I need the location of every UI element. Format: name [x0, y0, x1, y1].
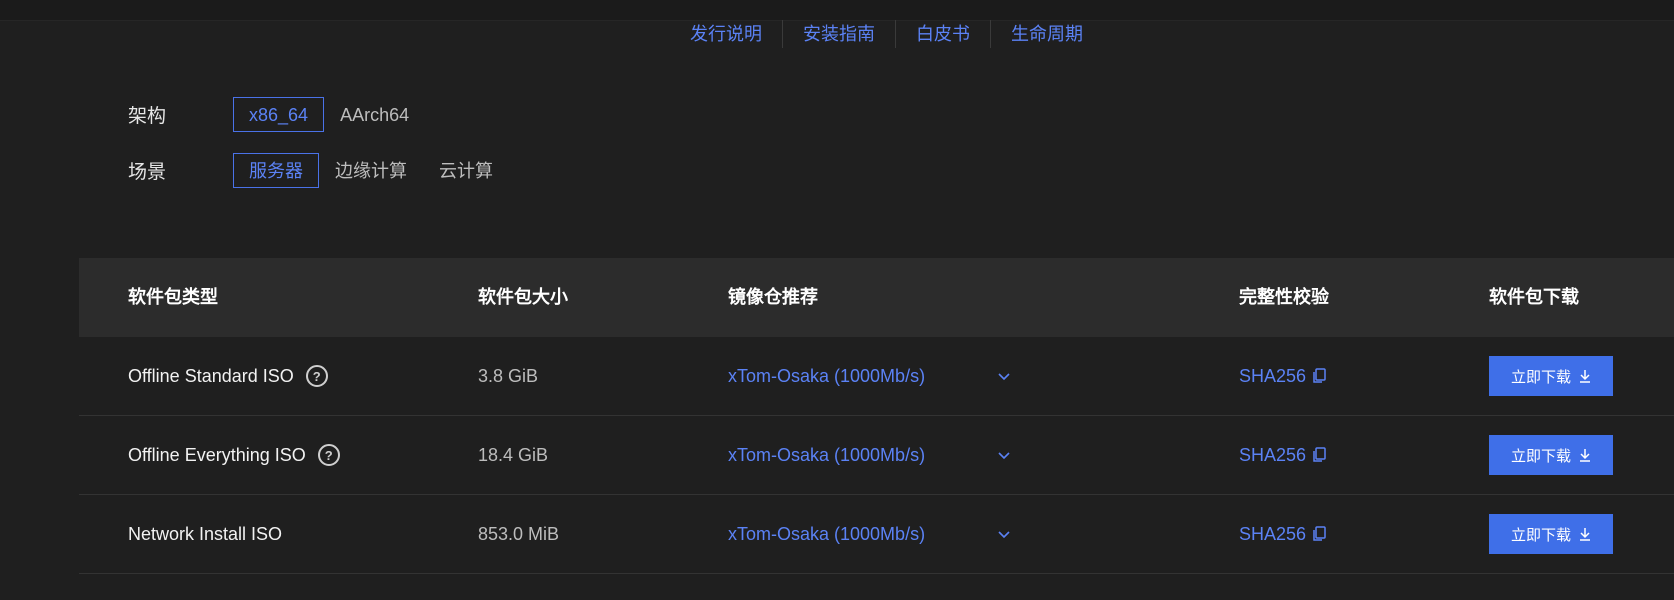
download-button-label: 立即下载 [1510, 526, 1571, 544]
package-type: Network Install ISO [128, 523, 283, 544]
release-notes-link[interactable]: 发行说明 [680, 20, 782, 48]
help-icon[interactable]: ? [305, 365, 328, 387]
arch-option-aarch64[interactable]: AArch64 [324, 97, 425, 132]
table-header: 软件包类型 软件包大小 镜像仓推荐 完整性校验 软件包下载 [79, 258, 1674, 337]
download-cell: 立即下载 [1489, 416, 1613, 494]
copy-icon[interactable] [1312, 526, 1326, 542]
arch-filter: 架构 x86_64 AArch64 [128, 97, 425, 132]
chevron-down-icon[interactable] [997, 337, 1011, 415]
scenario-option-server[interactable]: 服务器 [233, 153, 319, 188]
download-cell: 立即下载 [1489, 337, 1613, 415]
type-cell: Offline Everything ISO ? [128, 416, 340, 494]
mirror-select[interactable]: xTom-Osaka (1000Mb/s) [728, 495, 925, 573]
package-type: Offline Everything ISO [128, 444, 306, 465]
copy-icon[interactable] [1312, 447, 1326, 463]
copy-icon[interactable] [1312, 368, 1326, 384]
install-guide-link[interactable]: 安装指南 [783, 20, 895, 48]
hash-cell[interactable]: SHA256 [1239, 337, 1326, 415]
header-mirror: 镜像仓推荐 [728, 287, 818, 307]
type-cell: Network Install ISO [128, 495, 282, 573]
package-type: Offline Standard ISO [128, 365, 294, 386]
scenario-label: 场景 [128, 162, 167, 183]
table-row: Offline Everything ISO ? 18.4 GiB xTom-O… [79, 416, 1674, 495]
whitepaper-link[interactable]: 白皮书 [896, 20, 990, 48]
arch-option-x86_64[interactable]: x86_64 [233, 97, 325, 132]
doc-links-nav: 发行说明 安装指南 白皮书 生命周期 [680, 20, 1103, 48]
package-size: 3.8 GiB [478, 365, 539, 386]
package-size: 18.4 GiB [478, 444, 549, 465]
table-row: Offline Standard ISO ? 3.8 GiB xTom-Osak… [79, 337, 1674, 416]
help-icon[interactable]: ? [317, 444, 340, 466]
download-button[interactable]: 立即下载 [1489, 514, 1613, 554]
header-size: 软件包大小 [478, 287, 568, 307]
scenario-option-cloud[interactable]: 云计算 [423, 153, 509, 188]
header-hash: 完整性校验 [1239, 287, 1329, 307]
package-table: 软件包类型 软件包大小 镜像仓推荐 完整性校验 软件包下载 Offline St… [79, 258, 1674, 574]
package-size: 853.0 MiB [478, 523, 560, 544]
download-button[interactable]: 立即下载 [1489, 356, 1613, 396]
download-icon [1579, 448, 1591, 462]
hash-cell[interactable]: SHA256 [1239, 416, 1326, 494]
table-row: Network Install ISO 853.0 MiB xTom-Osaka… [79, 495, 1674, 574]
download-button-label: 立即下载 [1510, 447, 1571, 465]
scenario-option-edge[interactable]: 边缘计算 [319, 153, 423, 188]
download-button-label: 立即下载 [1510, 368, 1571, 386]
download-icon [1579, 527, 1591, 541]
chevron-down-icon[interactable] [997, 495, 1011, 573]
chevron-down-icon[interactable] [997, 416, 1011, 494]
scenario-filter: 场景 服务器 边缘计算 云计算 [128, 153, 509, 188]
hash-cell[interactable]: SHA256 [1239, 495, 1326, 573]
download-button[interactable]: 立即下载 [1489, 435, 1613, 475]
download-cell: 立即下载 [1489, 495, 1613, 573]
header-type: 软件包类型 [128, 287, 218, 307]
sha256-link[interactable]: SHA256 [1239, 366, 1306, 387]
arch-label: 架构 [128, 106, 167, 127]
sha256-link[interactable]: SHA256 [1239, 524, 1306, 545]
mirror-select[interactable]: xTom-Osaka (1000Mb/s) [728, 337, 925, 415]
type-cell: Offline Standard ISO ? [128, 337, 328, 415]
download-icon [1579, 369, 1591, 383]
mirror-select[interactable]: xTom-Osaka (1000Mb/s) [728, 416, 925, 494]
lifecycle-link[interactable]: 生命周期 [991, 20, 1103, 48]
top-bar [0, 0, 1674, 21]
sha256-link[interactable]: SHA256 [1239, 445, 1306, 466]
header-download: 软件包下载 [1489, 287, 1579, 307]
